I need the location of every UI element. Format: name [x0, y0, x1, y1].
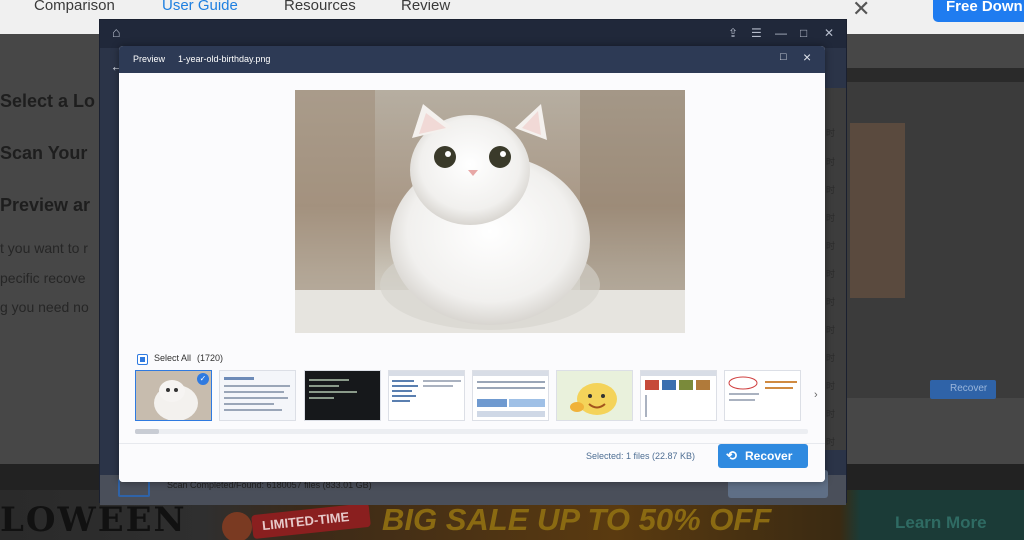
chevron-right-icon[interactable]: ›	[814, 389, 818, 401]
disk-thumb-image	[473, 371, 548, 420]
thumbnail-file-grid[interactable]	[640, 370, 717, 421]
thumbnail-disk-manager[interactable]	[472, 370, 549, 421]
selected-info: Selected: 1 files (22.87 KB)	[586, 451, 696, 461]
time-column-label: 时	[826, 213, 836, 223]
banner-halloween-text: LOWEEN	[0, 500, 187, 540]
side-panel-recover-button[interactable]: Recover	[930, 380, 996, 399]
scrollbar-thumb[interactable]	[135, 429, 159, 434]
close-icon[interactable]: ×	[803, 49, 811, 65]
time-column-label: 时	[826, 381, 836, 391]
side-panel-preview-image	[850, 123, 905, 298]
time-column-label: 时	[826, 353, 836, 363]
article-heading-scan: Scan Your	[0, 143, 88, 163]
thumbnail-explorer[interactable]	[388, 370, 465, 421]
thumbnail-scrollbar[interactable]	[135, 429, 808, 434]
preview-image	[295, 90, 685, 333]
home-icon[interactable]: ⌂	[112, 24, 120, 40]
nav-user-guide[interactable]: User Guide	[162, 0, 238, 14]
restore-icon: ⟲	[726, 448, 737, 463]
article-heading-select: Select a Lo	[0, 91, 96, 111]
menu-icon[interactable]: ☰	[751, 26, 762, 40]
side-panel-titlebar	[847, 68, 1024, 82]
nav-resources[interactable]: Resources	[284, 0, 356, 14]
doc-thumb-image	[220, 371, 295, 420]
close-icon[interactable]: ✕	[852, 0, 870, 22]
nav-review[interactable]: Review	[401, 0, 450, 14]
thumbnail-terminal[interactable]	[304, 370, 381, 421]
time-column-label: 时	[826, 269, 836, 279]
recover-button[interactable]: ⟲ Recover	[718, 444, 808, 468]
diagram-thumb-image	[725, 371, 800, 420]
preview-dialog: Preview 1-year-old-birthday.png □ × Sele…	[119, 46, 825, 482]
sticker-thumb-image	[557, 371, 632, 420]
preview-title: Preview	[133, 54, 166, 64]
close-icon[interactable]: ✕	[824, 26, 834, 40]
free-download-button[interactable]: Free Down	[933, 0, 1024, 22]
clock-icon	[222, 512, 252, 540]
thumbnail-cat[interactable]: ✓	[135, 370, 212, 421]
article-text-line: t you want to r	[0, 240, 88, 256]
thumbnail-diagram[interactable]	[724, 370, 801, 421]
thumbnail-sticker[interactable]	[556, 370, 633, 421]
select-all-checkbox[interactable]	[137, 354, 148, 365]
time-column-label: 时	[826, 128, 836, 138]
preview-titlebar: Preview 1-year-old-birthday.png □ ×	[119, 46, 825, 73]
time-column-label: 时	[826, 409, 836, 419]
explorer-thumb-image	[389, 371, 464, 420]
recover-button-label: Recover	[745, 449, 793, 463]
article-heading-preview: Preview ar	[0, 195, 91, 215]
time-column-label: 时	[826, 297, 836, 307]
time-column-label: 时	[826, 185, 836, 195]
select-all-count: (1720)	[197, 353, 224, 363]
nav-comparison[interactable]: Comparison	[34, 0, 115, 14]
article-text-line: g you need no	[0, 299, 89, 315]
maximize-icon[interactable]: □	[780, 51, 787, 63]
banner-sale-text: BIG SALE UP TO 50% OFF	[382, 502, 772, 537]
preview-filename: 1-year-old-birthday.png	[178, 54, 271, 64]
share-icon[interactable]: ⇪	[728, 26, 738, 40]
time-column-label: 时	[826, 157, 836, 167]
time-column-label: 时	[826, 437, 836, 447]
time-column-label: 时	[826, 325, 836, 335]
checkmark-icon: ✓	[197, 373, 209, 385]
app-titlebar: ⌂ ⇪ ☰ — □ ✕	[100, 20, 846, 48]
terminal-thumb-image	[305, 371, 380, 420]
article-text-line: pecific recove	[0, 270, 86, 286]
grid-thumb-image	[641, 371, 716, 420]
maximize-icon[interactable]: □	[800, 26, 807, 40]
select-all-label[interactable]: Select All	[154, 353, 191, 363]
cat-photo	[295, 90, 685, 333]
side-panel: Recover	[847, 68, 1024, 399]
preview-body: Select All (1720) ✓ › Selected: 1 files …	[119, 73, 825, 482]
thumbnail-document[interactable]	[219, 370, 296, 421]
learn-more-link[interactable]: Learn More	[895, 513, 987, 533]
minimize-icon[interactable]: —	[775, 26, 787, 40]
time-column-label: 时	[826, 241, 836, 251]
